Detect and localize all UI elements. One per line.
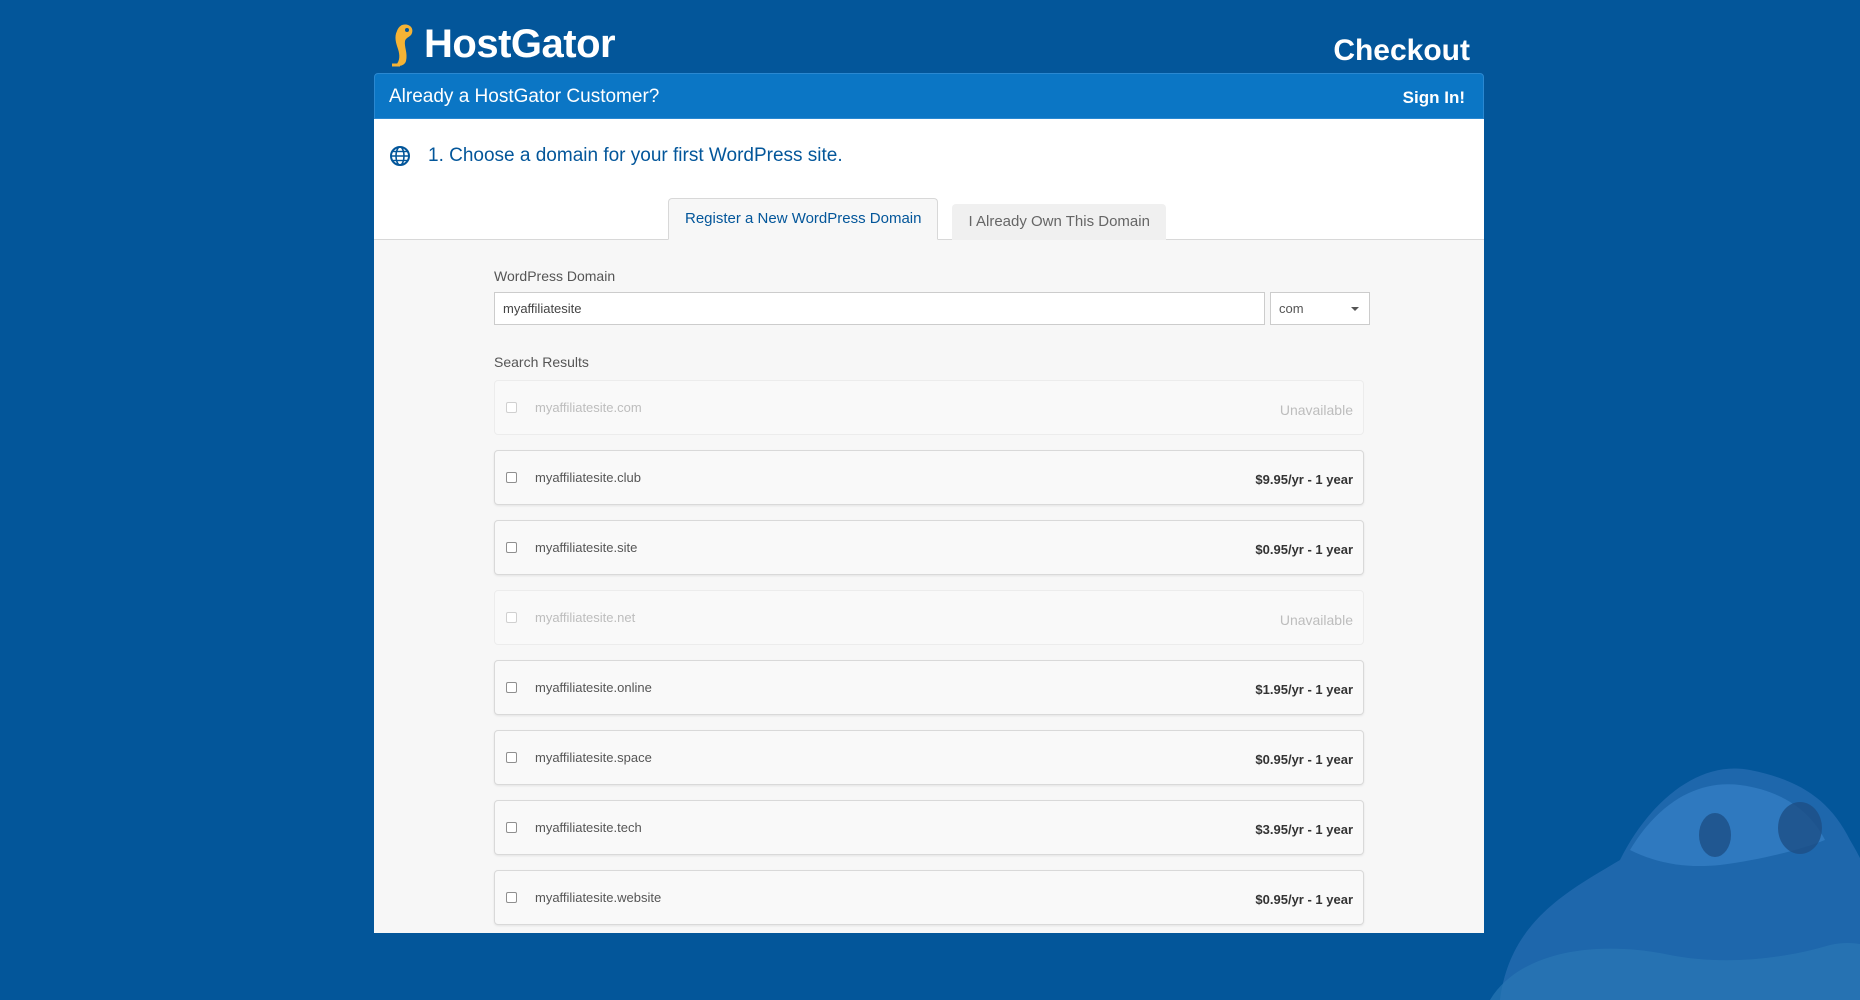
result-price: $0.95/yr - 1 year: [1255, 542, 1353, 557]
result-row-tech[interactable]: myaffiliatesite.tech $3.95/yr - 1 year: [494, 800, 1364, 855]
tld-selected-value: com: [1279, 301, 1304, 316]
result-status: Unavailable: [1279, 612, 1353, 628]
gator-mascot-illustration: [1490, 768, 1860, 1000]
hostgator-logo[interactable]: HostGator: [388, 22, 616, 67]
tld-select[interactable]: com: [1270, 292, 1370, 325]
result-domain: myaffiliatesite.club: [535, 470, 641, 485]
result-domain: myaffiliatesite.tech: [535, 820, 642, 835]
result-price: $0.95/yr - 1 year: [1255, 752, 1353, 767]
logo-text: HostGator: [424, 22, 616, 66]
result-row-com: myaffiliatesite.com Unavailable: [494, 380, 1364, 435]
existing-customer-prompt: Already a HostGator Customer?: [389, 86, 660, 107]
result-price: $3.95/yr - 1 year: [1255, 822, 1353, 837]
result-domain: myaffiliatesite.website: [535, 890, 662, 905]
result-checkbox-online[interactable]: [506, 682, 517, 693]
result-domain: myaffiliatesite.space: [535, 750, 652, 765]
result-checkbox-site[interactable]: [506, 542, 517, 553]
existing-customer-bar: Already a HostGator Customer? Sign In!: [374, 73, 1484, 119]
checkout-container: HostGator Checkout Already a HostGator C…: [374, 0, 1484, 933]
step-title-text: 1. Choose a domain for your first WordPr…: [428, 145, 843, 166]
result-domain: myaffiliatesite.com: [535, 400, 642, 415]
result-price: $1.95/yr - 1 year: [1255, 682, 1353, 697]
search-results-label: Search Results: [494, 354, 589, 370]
result-domain: myaffiliatesite.site: [535, 540, 638, 555]
tab-already-own-domain[interactable]: I Already Own This Domain: [952, 204, 1166, 240]
result-status: Unavailable: [1279, 402, 1353, 418]
search-results-list: myaffiliatesite.com Unavailable myaffili…: [494, 380, 1364, 940]
step-title: 1. Choose a domain for your first WordPr…: [390, 145, 843, 167]
result-row-site[interactable]: myaffiliatesite.site $0.95/yr - 1 year: [494, 520, 1364, 575]
result-domain: myaffiliatesite.online: [535, 680, 652, 695]
tab-register-new-domain[interactable]: Register a New WordPress Domain: [668, 198, 939, 240]
result-checkbox-club[interactable]: [506, 472, 517, 483]
domain-step-header: 1. Choose a domain for your first WordPr…: [374, 119, 1484, 240]
result-row-online[interactable]: myaffiliatesite.online $1.95/yr - 1 year: [494, 660, 1364, 715]
result-checkbox-space[interactable]: [506, 752, 517, 763]
result-price: $9.95/yr - 1 year: [1255, 472, 1353, 487]
result-row-website[interactable]: myaffiliatesite.website $0.95/yr - 1 yea…: [494, 870, 1364, 925]
result-row-net: myaffiliatesite.net Unavailable: [494, 590, 1364, 645]
result-checkbox-website[interactable]: [506, 892, 517, 903]
result-checkbox-tech[interactable]: [506, 822, 517, 833]
chevron-down-icon: [1351, 307, 1359, 311]
domain-search-panel: WordPress Domain com Search Results myaf…: [374, 240, 1484, 933]
domain-input[interactable]: [494, 292, 1265, 325]
result-row-club[interactable]: myaffiliatesite.club $9.95/yr - 1 year: [494, 450, 1364, 505]
gator-logo-icon: [392, 23, 413, 66]
result-checkbox-net: [506, 612, 517, 623]
result-price: $0.95/yr - 1 year: [1255, 892, 1353, 907]
result-row-space[interactable]: myaffiliatesite.space $0.95/yr - 1 year: [494, 730, 1364, 785]
top-header: HostGator Checkout: [374, 0, 1484, 73]
domain-tabs: Register a New WordPress Domain I Alread…: [668, 198, 1166, 240]
result-checkbox-com: [506, 402, 517, 413]
wordpress-domain-label: WordPress Domain: [494, 268, 616, 284]
sign-in-link[interactable]: Sign In!: [1403, 88, 1465, 108]
globe-icon: [390, 146, 410, 166]
result-domain: myaffiliatesite.net: [535, 610, 636, 625]
page-title: Checkout: [1333, 34, 1470, 67]
